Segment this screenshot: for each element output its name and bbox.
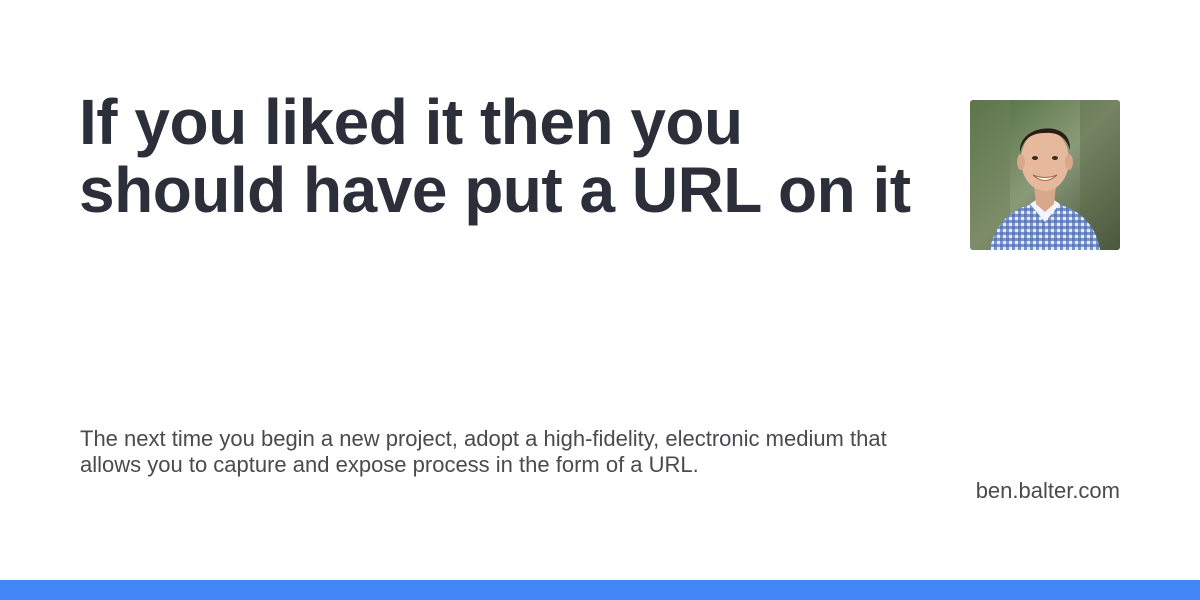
page-description: The next time you begin a new project, a… xyxy=(80,426,887,477)
author-avatar xyxy=(970,100,1120,250)
site-domain: ben.balter.com xyxy=(975,478,1120,503)
social-share-card: If you liked it then you should have put… xyxy=(0,0,1200,600)
accent-bar xyxy=(0,580,1200,600)
page-title: If you liked it then you should have put… xyxy=(79,86,911,226)
avatar-photo-icon xyxy=(970,100,1120,250)
